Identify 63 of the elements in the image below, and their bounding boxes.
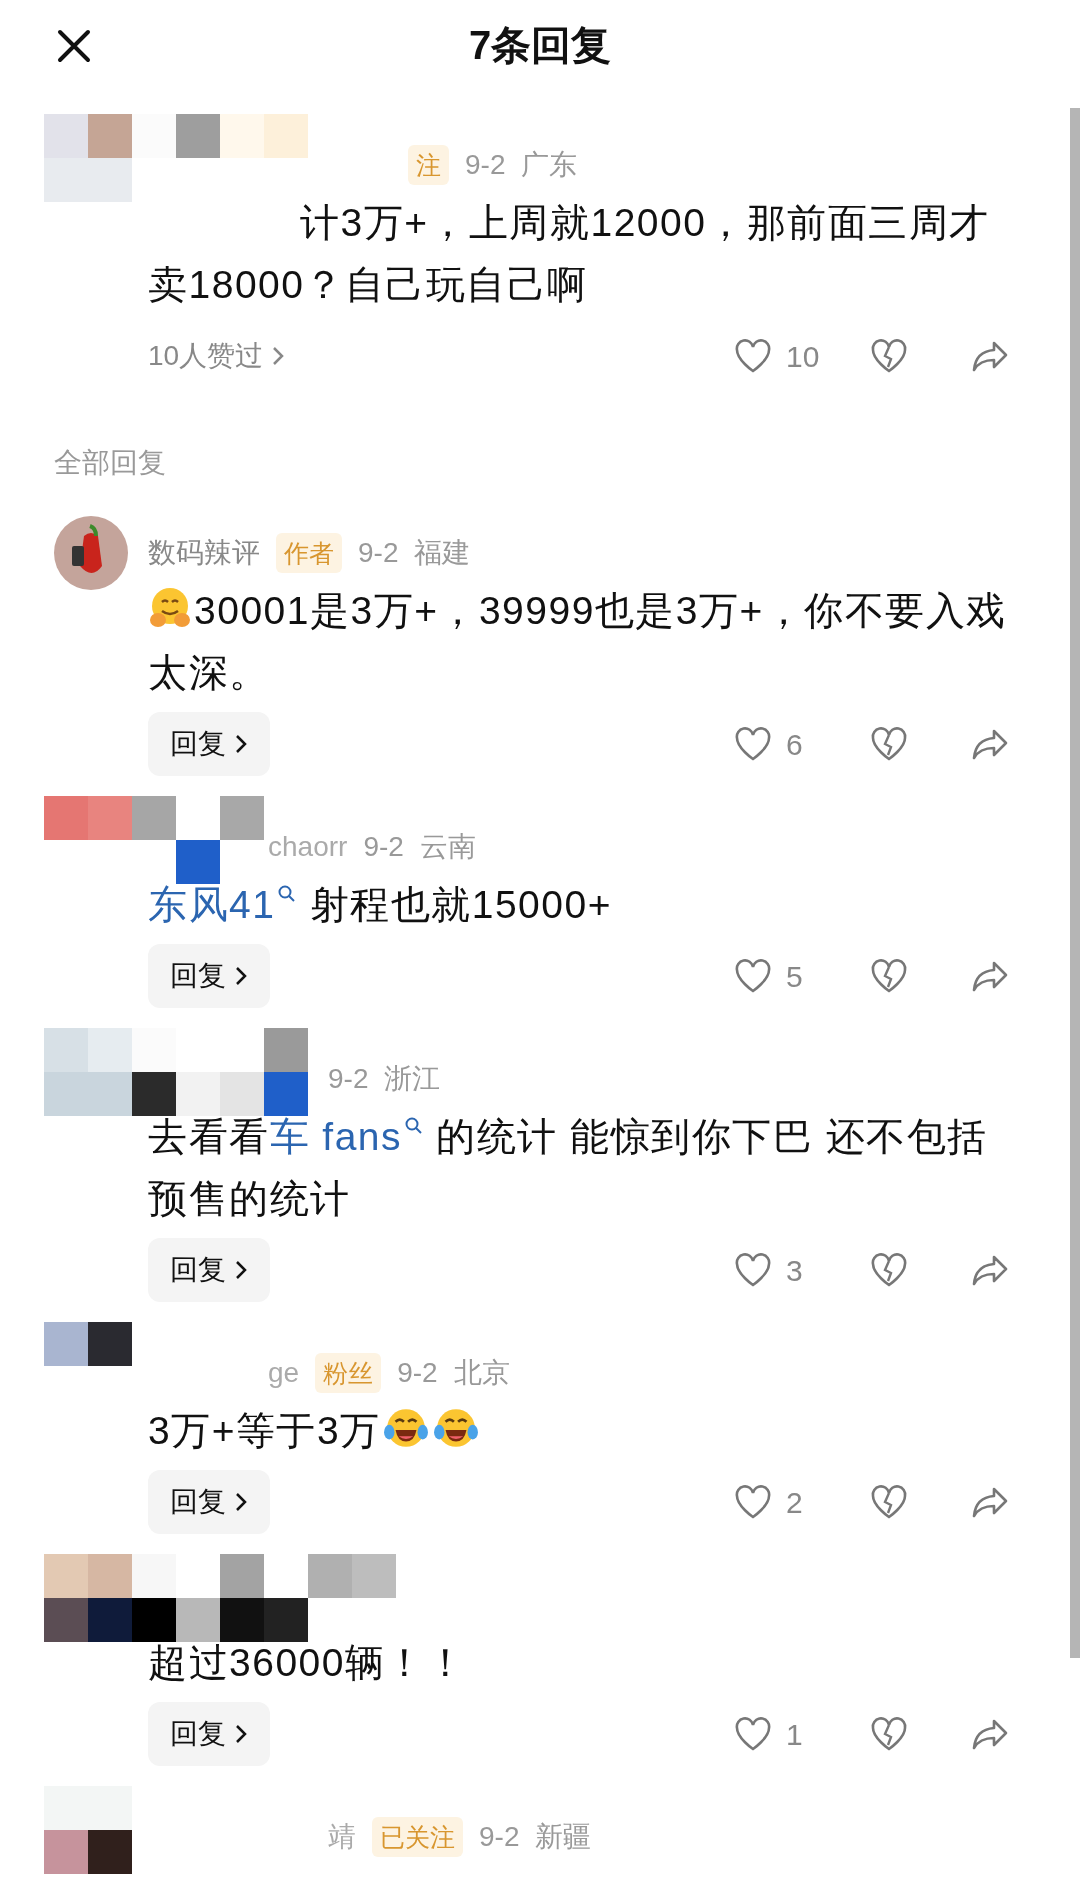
- broken-heart-icon[interactable]: [870, 1716, 908, 1752]
- broken-heart-icon[interactable]: [870, 338, 908, 374]
- likers-link[interactable]: 10人赞过: [148, 335, 286, 377]
- comment-location: 浙江: [384, 1062, 441, 1096]
- comment-text: 30001是3万+，39999也是3万+，你不要入戏太深。: [148, 580, 1010, 704]
- heart-icon: [734, 726, 772, 762]
- comment-text: 东风41 射程也就15000+: [148, 882, 613, 928]
- heart-icon: [734, 1252, 772, 1288]
- broken-heart-icon[interactable]: [870, 726, 908, 762]
- chevron-right-icon: [234, 1723, 248, 1745]
- search-link[interactable]: 车 fans: [269, 1115, 425, 1158]
- like-button[interactable]: 5: [734, 953, 844, 999]
- user-badge: 粉丝: [315, 1353, 382, 1393]
- broken-heart-icon[interactable]: [870, 1484, 908, 1520]
- comment-text: 计3万+，上周就12000，那前面三周才卖18000？自己玩自己啊: [148, 200, 991, 308]
- user-name[interactable]: 数码辣评: [148, 532, 260, 574]
- chevron-right-icon: [271, 345, 286, 367]
- comment-location: 福建: [414, 536, 471, 570]
- comment-location: 云南: [419, 830, 476, 864]
- close-icon[interactable]: [56, 28, 92, 64]
- comment-location: 广东: [521, 148, 578, 182]
- chevron-right-icon: [234, 965, 248, 987]
- chevron-right-icon: [234, 1491, 248, 1513]
- user-name[interactable]: chaorr: [268, 826, 348, 868]
- heart-icon: [734, 1716, 772, 1752]
- chevron-right-icon: [234, 733, 248, 755]
- hugging-emoji-icon: [148, 586, 192, 630]
- comment-date: 9-2: [358, 536, 399, 570]
- search-link[interactable]: 东风41: [148, 883, 298, 926]
- comment-text: 去看看车 fans 的统计 能惊到你下巴 还不包括预售的统计: [148, 1114, 989, 1222]
- comment-text: 3万+等于3万: [148, 1400, 1010, 1462]
- like-button[interactable]: 3: [734, 1247, 844, 1293]
- broken-heart-icon[interactable]: [870, 958, 908, 994]
- reply-button[interactable]: 回复: [148, 944, 270, 1008]
- comment-location: 新疆: [535, 1820, 592, 1854]
- like-button[interactable]: 10: [734, 333, 844, 379]
- comment-date: 9-2: [479, 1820, 520, 1854]
- chevron-right-icon: [234, 1259, 248, 1281]
- comment-text: 超过36000辆！！: [148, 1640, 468, 1686]
- broken-heart-icon[interactable]: [870, 1252, 908, 1288]
- section-label: 全部回复: [53, 446, 167, 480]
- comment-date: 9-2: [328, 1062, 369, 1096]
- reply-button[interactable]: 回复: [148, 1470, 270, 1534]
- comment-date: 9-2: [397, 1356, 438, 1390]
- like-button[interactable]: 2: [734, 1479, 844, 1525]
- user-name[interactable]: ge: [268, 1352, 300, 1394]
- comment-location: 北京: [453, 1356, 510, 1390]
- heart-icon: [734, 958, 772, 994]
- user-badge: 已关注: [372, 1817, 463, 1857]
- heart-icon: [734, 338, 772, 374]
- user-badge: 作者: [276, 533, 342, 573]
- user-name[interactable]: 靖: [328, 1816, 356, 1858]
- heart-icon: [734, 1484, 772, 1520]
- page-title: 7条回复: [468, 22, 612, 69]
- scrollbar[interactable]: [1070, 108, 1080, 1658]
- reply-button[interactable]: 回复: [148, 1702, 270, 1766]
- like-button[interactable]: 6: [734, 721, 844, 767]
- reply-button[interactable]: 回复: [148, 712, 270, 776]
- comment-date: 9-2: [363, 830, 404, 864]
- reply-button[interactable]: 回复: [148, 1238, 270, 1302]
- like-button[interactable]: 1: [734, 1711, 844, 1757]
- user-badge: 注: [408, 145, 449, 185]
- comment-date: 9-2: [465, 148, 506, 182]
